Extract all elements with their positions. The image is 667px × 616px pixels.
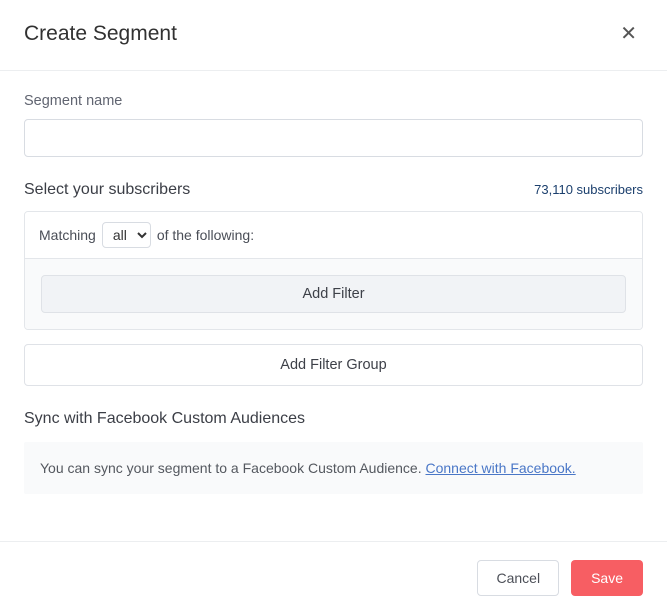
filter-group-box: Matching all of the following: Add Filte… xyxy=(24,211,643,330)
close-icon[interactable]: ✕ xyxy=(614,22,643,46)
save-button[interactable]: Save xyxy=(571,560,643,596)
connect-facebook-link[interactable]: Connect with Facebook. xyxy=(426,460,576,476)
dialog-title: Create Segment xyxy=(24,22,177,46)
match-row: Matching all of the following: xyxy=(25,212,642,259)
select-subscribers-title: Select your subscribers xyxy=(24,181,190,199)
sync-box: You can sync your segment to a Facebook … xyxy=(24,442,643,494)
subscribers-header-row: Select your subscribers 73,110 subscribe… xyxy=(24,181,643,199)
dialog-header: Create Segment ✕ xyxy=(0,0,667,71)
segment-name-input[interactable] xyxy=(24,119,643,157)
sync-title: Sync with Facebook Custom Audiences xyxy=(24,410,643,428)
dialog-footer: Cancel Save xyxy=(0,541,667,616)
match-select[interactable]: all xyxy=(102,222,151,248)
sync-text: You can sync your segment to a Facebook … xyxy=(40,460,426,476)
segment-name-label: Segment name xyxy=(24,93,643,109)
cancel-button[interactable]: Cancel xyxy=(477,560,559,596)
subscribers-count: 73,110 subscribers xyxy=(534,182,643,197)
add-filter-button[interactable]: Add Filter xyxy=(41,275,626,313)
match-suffix: of the following: xyxy=(157,227,254,243)
filter-body: Add Filter xyxy=(25,259,642,329)
add-filter-group-button[interactable]: Add Filter Group xyxy=(24,344,643,386)
match-prefix: Matching xyxy=(39,227,96,243)
dialog-content: Segment name Select your subscribers 73,… xyxy=(0,71,667,504)
